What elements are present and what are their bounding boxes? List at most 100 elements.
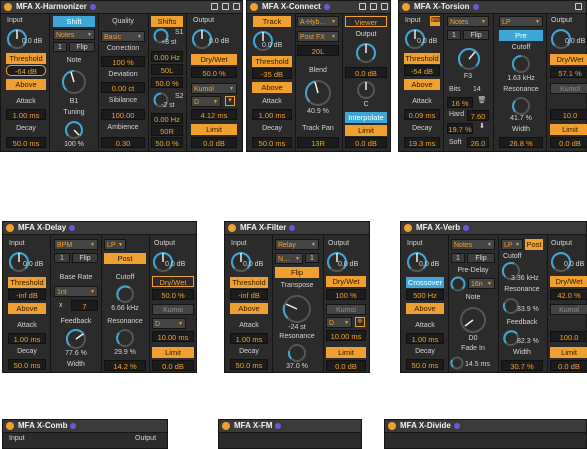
crossover-value[interactable]: 500 Hz	[406, 289, 444, 300]
attack-value[interactable]: 1.00 ms	[406, 333, 444, 344]
power-icon[interactable]	[222, 422, 230, 430]
above-button[interactable]: Above	[406, 303, 444, 314]
threshold-button[interactable]: Threshold	[404, 53, 440, 64]
kumoi-select[interactable]: Kumoi	[326, 304, 366, 315]
limit-button[interactable]: Limit	[326, 347, 366, 358]
power-icon[interactable]	[4, 3, 12, 11]
s1-mix[interactable]: 50.0 %	[151, 77, 183, 88]
width-value[interactable]: 30.7 %	[501, 360, 543, 371]
attack-value[interactable]: 0.09 ms	[404, 109, 440, 120]
number-box[interactable]: 1	[451, 253, 465, 263]
bpm-select[interactable]: BPM	[54, 239, 98, 251]
drywet-button[interactable]: Dry/Wet	[326, 276, 366, 287]
above-button[interactable]: Above	[252, 82, 292, 93]
feedback-knob[interactable]	[64, 327, 88, 351]
mult-value[interactable]: 7	[71, 300, 98, 311]
decay-value[interactable]: 50.0 ms	[6, 137, 46, 148]
notes-select[interactable]: Notes	[53, 29, 95, 41]
s1-freq[interactable]: 0.00 Hz	[151, 51, 183, 62]
time-value[interactable]: 10.00 ms	[326, 330, 366, 341]
pct-value[interactable]: 16 %	[447, 97, 473, 108]
above-button[interactable]: Above	[8, 303, 46, 314]
drywet-button[interactable]: Dry/Wet	[191, 54, 237, 65]
power-icon[interactable]	[404, 224, 412, 232]
sibilance-value[interactable]: 100.00	[101, 109, 145, 120]
interpolate-button[interactable]: Interpolate	[345, 112, 387, 123]
source-select[interactable]: A-Hyb…	[297, 16, 339, 28]
drywet-value[interactable]: 50.0 %	[152, 289, 194, 300]
fx-select[interactable]: Post FX	[297, 31, 339, 43]
resonance-knob[interactable]	[510, 95, 532, 117]
s2-pan[interactable]: 50R	[151, 125, 183, 136]
threshold-value[interactable]: -54 dB	[404, 65, 440, 76]
hot-swap-icon[interactable]	[359, 3, 366, 10]
s2-freq[interactable]: 0.00 Hz	[151, 113, 183, 124]
decay-value[interactable]: 50.0 ms	[406, 359, 444, 370]
limit-value[interactable]: 0.0 dB	[550, 360, 587, 371]
post-button[interactable]: Post	[104, 253, 146, 264]
rate-select[interactable]: 1nt	[54, 286, 98, 298]
flip-button[interactable]: Flip	[467, 253, 495, 263]
decay-value[interactable]: 50.0 ms	[252, 137, 292, 148]
attack-value[interactable]: 1.00 ms	[8, 333, 46, 344]
hard-value[interactable]: 7.60	[467, 110, 489, 121]
cutoff-knob[interactable]	[510, 53, 532, 75]
power-icon[interactable]	[250, 3, 258, 11]
decay-value[interactable]: 19.3 ms	[404, 137, 440, 148]
power-icon[interactable]	[228, 224, 236, 232]
note-knob[interactable]	[455, 45, 483, 73]
trash-icon[interactable]: 🗑	[477, 97, 487, 107]
kumol-select[interactable]: Kumol	[550, 304, 587, 315]
number-box[interactable]: 1	[305, 253, 319, 263]
power-icon[interactable]	[388, 422, 396, 430]
threshold-value[interactable]: -64 dB	[6, 65, 46, 76]
output-value[interactable]: 0.0 dB	[345, 67, 387, 78]
threshold-value[interactable]: -35 dB	[252, 68, 292, 79]
limit-button[interactable]: Limit	[191, 124, 237, 135]
flip-button[interactable]: Flip	[275, 267, 319, 278]
notes-select[interactable]: Notes	[447, 16, 489, 28]
time-value[interactable]: 10.00 ms	[152, 331, 194, 342]
flip-button[interactable]: Flip	[72, 253, 98, 263]
threshold-button[interactable]: Threshold	[6, 53, 46, 64]
threshold-value[interactable]: -inf dB	[8, 289, 46, 300]
drywet-value[interactable]: 57.1 %	[550, 67, 587, 78]
drywet-button[interactable]: Dry/Wet	[550, 54, 587, 65]
track-button[interactable]: Track	[253, 16, 291, 27]
n-select[interactable]: N…	[275, 253, 303, 265]
power-icon[interactable]	[6, 422, 14, 430]
filter-select[interactable]: LP	[499, 16, 543, 28]
input-knob[interactable]	[251, 29, 275, 53]
soft-pct[interactable]: 19.7 %	[447, 123, 473, 134]
filter-select[interactable]: LP	[104, 239, 126, 251]
save-preset-icon[interactable]	[222, 3, 229, 10]
correction-value[interactable]: 100 %	[101, 56, 145, 67]
limit-value[interactable]: 0.0 dB	[191, 137, 237, 148]
viewer-button[interactable]: Viewer	[345, 16, 387, 27]
mode-select[interactable]: D	[191, 96, 221, 108]
attack-value[interactable]: 1.00 ms	[252, 109, 292, 120]
time-value[interactable]: 10.0	[550, 109, 587, 120]
limit-value[interactable]: 0.0 dB	[326, 360, 366, 371]
hot-swap-icon[interactable]	[575, 3, 582, 10]
width-value[interactable]: 14.2 %	[104, 360, 146, 371]
number-box[interactable]: 1	[54, 253, 70, 263]
deviation-value[interactable]: 0.00 ct	[101, 82, 145, 93]
arrow-down-icon[interactable]: ⬇	[477, 123, 487, 133]
threshold-button[interactable]: Threshold	[252, 56, 292, 67]
tuning-knob[interactable]	[63, 119, 85, 141]
drywet-button[interactable]: Dry/Wet	[550, 276, 587, 287]
tab-shift[interactable]: Shift	[53, 16, 95, 27]
mode-select[interactable]: D	[326, 317, 352, 329]
cutoff-knob[interactable]	[114, 283, 136, 305]
trackpan-value[interactable]: 13R	[297, 137, 339, 148]
drywet-value[interactable]: 100 %	[326, 289, 366, 300]
ambience-value[interactable]: 0.30	[101, 137, 145, 148]
crossover-button[interactable]: Crossover	[406, 277, 444, 288]
note-knob[interactable]	[457, 304, 489, 336]
limit-value[interactable]: 0.0 dB	[345, 137, 387, 148]
attack-value[interactable]: 1.00 ms	[6, 109, 46, 120]
notes-number[interactable]: 1	[447, 30, 461, 40]
s2-mix[interactable]: 50.0 %	[151, 137, 183, 148]
predelay-select[interactable]: 16n	[468, 278, 495, 290]
